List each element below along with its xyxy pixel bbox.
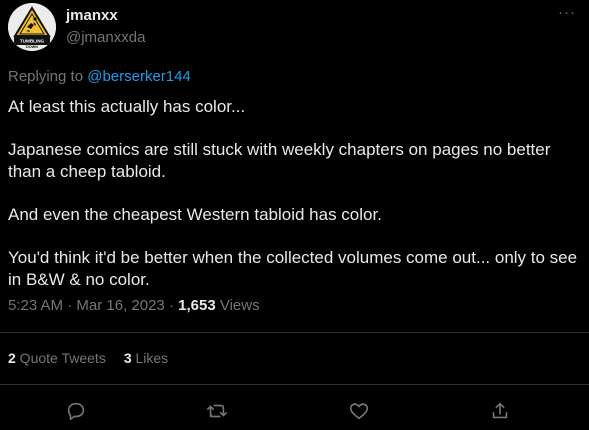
tweet-paragraph: You'd think it'd be better when the coll… bbox=[8, 248, 578, 289]
tweet-paragraph: Japanese comics are still stuck with wee… bbox=[8, 140, 551, 181]
meta-separator: · bbox=[63, 297, 77, 314]
divider bbox=[0, 384, 589, 385]
tweet-time[interactable]: 5:23 AM bbox=[8, 297, 63, 314]
views-count: 1,653 bbox=[178, 297, 216, 314]
more-options-button[interactable]: ··· bbox=[558, 4, 576, 21]
tumbling-down-logo: TUMBLING DOWN bbox=[8, 3, 56, 51]
retweet-icon bbox=[207, 404, 227, 418]
quote-tweets-stat[interactable]: 2 Quote Tweets bbox=[8, 350, 106, 366]
divider bbox=[0, 332, 589, 333]
tweet-actions bbox=[0, 396, 589, 426]
meta-separator: · bbox=[164, 297, 179, 314]
avatar[interactable]: TUMBLING DOWN bbox=[8, 3, 56, 51]
tweet-text: At least this actually has color... Japa… bbox=[8, 96, 578, 291]
likes-label: Likes bbox=[131, 350, 169, 366]
quote-tweets-count: 2 bbox=[8, 350, 16, 366]
reply-button[interactable] bbox=[63, 398, 89, 424]
likes-count: 3 bbox=[123, 350, 132, 366]
user-handle[interactable]: @jmanxxda bbox=[66, 29, 145, 46]
replying-to: Replying to @berserker144 bbox=[8, 68, 191, 85]
share-button[interactable] bbox=[487, 398, 513, 424]
likes-stat[interactable]: 3 Likes bbox=[124, 350, 168, 366]
display-name[interactable]: jmanxx bbox=[66, 7, 118, 24]
replying-to-label: Replying to bbox=[8, 68, 88, 85]
views-label: Views bbox=[215, 297, 260, 314]
tweet-meta: 5:23 AM · Mar 16, 2023 · 1,653 Views bbox=[8, 297, 260, 314]
svg-text:DOWN: DOWN bbox=[26, 45, 38, 49]
mention-link[interactable]: @berserker144 bbox=[87, 68, 191, 85]
like-button[interactable] bbox=[346, 398, 372, 424]
tweet-date[interactable]: Mar 16, 2023 bbox=[76, 297, 164, 314]
tweet-stats: 2 Quote Tweets 3 Likes bbox=[8, 350, 186, 366]
heart-icon bbox=[349, 403, 369, 420]
retweet-button[interactable] bbox=[204, 398, 230, 424]
tweet-paragraph: At least this actually has color... bbox=[8, 97, 246, 116]
tweet-paragraph: And even the cheapest Western tabloid ha… bbox=[8, 205, 382, 224]
quote-tweets-label: Quote Tweets bbox=[15, 350, 106, 366]
share-icon bbox=[492, 402, 508, 419]
svg-text:TUMBLING: TUMBLING bbox=[20, 39, 45, 44]
reply-icon bbox=[67, 402, 85, 421]
